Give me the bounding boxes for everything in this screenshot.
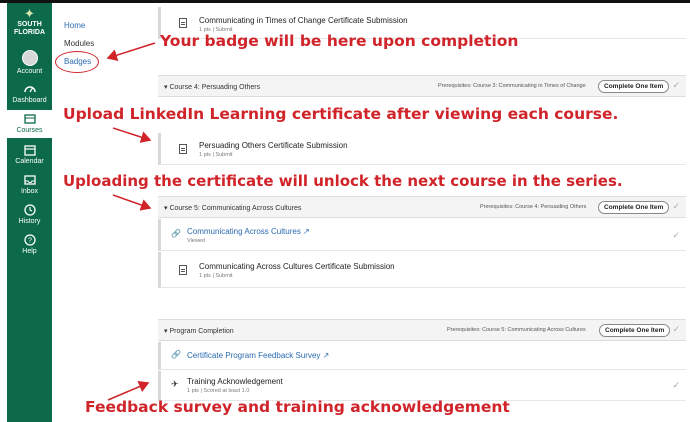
nav-courses-label: Courses: [16, 127, 43, 134]
assignment-icon: [179, 18, 187, 28]
nav-account-label: Account: [16, 68, 43, 75]
module-prerequisites: Prerequisites: Course 4: Persuading Othe…: [480, 204, 587, 210]
inbox-icon: [23, 175, 36, 185]
item-across-cultures-submission[interactable]: Communicating Across Cultures Certificat…: [158, 252, 686, 288]
nav-courses[interactable]: Courses: [7, 110, 52, 138]
courses-icon: [23, 114, 36, 124]
item-title[interactable]: Persuading Others Certificate Submission: [199, 141, 348, 150]
nav-dashboard[interactable]: Dashboard: [7, 82, 52, 104]
check-icon: ✓: [672, 324, 680, 334]
module-title-text: Program Completion: [169, 328, 234, 335]
nav-history[interactable]: History: [7, 203, 52, 225]
nav-inbox-label: Inbox: [20, 188, 39, 195]
item-title-text: Certificate Program Feedback Survey: [187, 351, 321, 360]
annotation-badge: Your badge will be here upon completion: [160, 32, 519, 50]
item-title[interactable]: Training Acknowledgement: [187, 377, 283, 386]
nav-account[interactable]: Account: [7, 50, 52, 75]
calendar-icon: [23, 145, 36, 156]
module-title[interactable]: ▾ Program Completion: [164, 327, 234, 335]
nav-history-label: History: [18, 218, 41, 225]
item-persuading-others-submission[interactable]: Persuading Others Certificate Submission…: [158, 133, 686, 165]
item-title[interactable]: Certificate Program Feedback Survey ↗: [187, 351, 329, 360]
module-program-completion[interactable]: ▾ Program Completion Prerequisites: Cour…: [158, 319, 686, 341]
complete-one-item-button[interactable]: Complete One Item: [598, 201, 670, 214]
course-link-home[interactable]: Home: [64, 21, 85, 30]
quiz-rocket-icon: ✈: [171, 379, 179, 389]
module-title[interactable]: ▾ Course 5: Communicating Across Culture…: [164, 204, 301, 212]
module-title-text: Course 5: Communicating Across Cultures: [169, 205, 302, 212]
assignment-icon: [179, 144, 187, 154]
module-course-5[interactable]: ▾ Course 5: Communicating Across Culture…: [158, 196, 686, 218]
complete-one-item-button[interactable]: Complete One Item: [599, 324, 671, 337]
item-communicating-across-cultures[interactable]: 🔗 Communicating Across Cultures ↗ Viewed…: [158, 219, 686, 251]
complete-one-item-button[interactable]: Complete One Item: [598, 80, 670, 93]
screenshot-frame: ✦ SOUTH FLORIDA Account Dashboard Course…: [0, 0, 690, 422]
assignment-icon: [179, 265, 187, 275]
nav-help-label: Help: [22, 248, 37, 255]
nav-inbox[interactable]: Inbox: [7, 173, 52, 195]
item-meta: Viewed: [187, 238, 205, 244]
module-prerequisites: Prerequisites: Course 5: Communicating A…: [447, 327, 586, 333]
help-icon: ?: [23, 234, 36, 246]
annotation-upload-certificate: Upload LinkedIn Learning certificate aft…: [63, 105, 619, 123]
nav-dashboard-label: Dashboard: [12, 97, 47, 104]
item-meta: 1 pts | Scored at least 1.0: [187, 388, 250, 394]
svg-text:?: ?: [28, 238, 32, 245]
item-training-acknowledgement[interactable]: ✈ Training Acknowledgement 1 pts | Score…: [158, 371, 686, 401]
check-icon: ✓: [672, 80, 680, 90]
account-avatar-icon: [21, 50, 38, 66]
annotation-feedback: Feedback survey and training acknowledge…: [85, 398, 510, 416]
course-link-modules[interactable]: Modules: [64, 39, 94, 48]
check-icon: ✓: [672, 201, 680, 211]
module-prerequisites: Prerequisites: Course 3: Communicating i…: [438, 83, 586, 89]
modules-content: Communicating in Times of Change Certifi…: [155, 3, 690, 422]
item-feedback-survey[interactable]: 🔗 Certificate Program Feedback Survey ↗: [158, 342, 686, 370]
item-title[interactable]: Communicating Across Cultures Certificat…: [199, 262, 395, 271]
item-title[interactable]: Communicating Across Cultures ↗: [187, 227, 310, 236]
badges-highlight-circle: [55, 51, 99, 73]
module-course-4[interactable]: ▾ Course 4: Persuading Others Prerequisi…: [158, 75, 686, 97]
check-icon: ✓: [672, 380, 680, 390]
link-icon: 🔗: [171, 350, 181, 359]
dashboard-icon: [23, 86, 36, 93]
check-icon: ✓: [672, 230, 680, 240]
item-meta: 1 pts | Submit: [199, 152, 233, 158]
module-title[interactable]: ▾ Course 4: Persuading Others: [164, 83, 260, 91]
logo-line-1: SOUTH: [17, 21, 42, 28]
course-nav: Home Modules Badges: [52, 3, 152, 422]
bull-logo-icon: ✦: [24, 6, 35, 21]
module-title-text: Course 4: Persuading Others: [169, 84, 261, 91]
item-title-text: Communicating Across Cultures: [187, 227, 301, 236]
usf-logo[interactable]: ✦ SOUTH FLORIDA: [7, 7, 52, 37]
item-title[interactable]: Communicating in Times of Change Certifi…: [199, 16, 408, 25]
nav-calendar[interactable]: Calendar: [7, 143, 52, 165]
global-nav: ✦ SOUTH FLORIDA Account Dashboard Course…: [7, 3, 52, 422]
annotation-unlock-next: Uploading the certificate will unlock th…: [63, 172, 623, 190]
nav-calendar-label: Calendar: [15, 158, 44, 165]
item-meta: 1 pts | Submit: [199, 273, 233, 279]
logo-line-2: FLORIDA: [13, 29, 46, 36]
history-clock-icon: [23, 204, 36, 216]
link-icon: 🔗: [171, 229, 181, 238]
nav-help[interactable]: ? Help: [7, 233, 52, 255]
